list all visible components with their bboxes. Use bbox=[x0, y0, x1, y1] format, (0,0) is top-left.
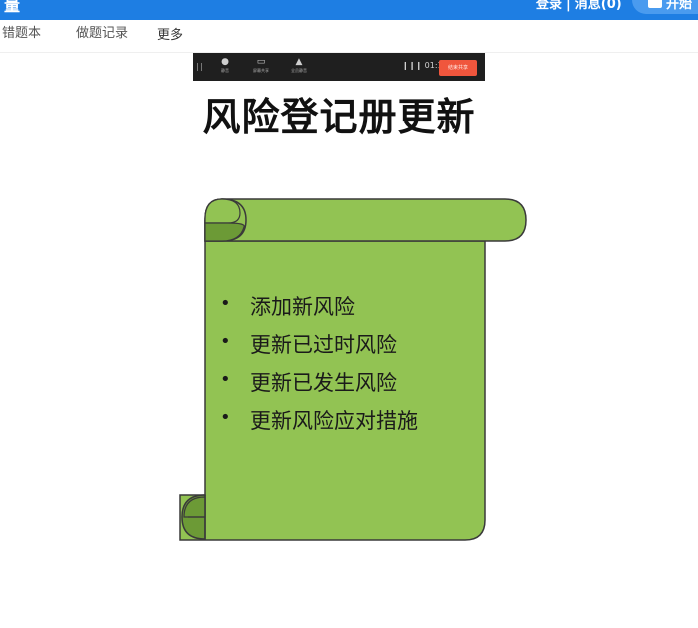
bullet-text: 更新已过时风险 bbox=[250, 333, 397, 357]
screen-share-toolbar: ● 静音 ▭ 屏幕共享 ▲ 全员静音 ❙❙❙ 01:12:44 结束共享 bbox=[193, 53, 485, 81]
site-logo[interactable]: 量 bbox=[4, 0, 20, 16]
user-icon bbox=[648, 0, 662, 8]
messages-link[interactable]: 消息(0) bbox=[575, 0, 622, 12]
mute-all-label: 全员静音 bbox=[291, 68, 307, 73]
bullet-icon: • bbox=[220, 407, 231, 428]
start-button-label: 开始 bbox=[666, 0, 693, 12]
screen-share-button[interactable]: ▭ 屏幕共享 bbox=[247, 57, 275, 75]
mute-label: 静音 bbox=[221, 68, 229, 73]
end-share-button[interactable]: 结束共享 bbox=[439, 60, 477, 76]
header-separator: | bbox=[566, 0, 571, 12]
screen-share-icon: ▭ bbox=[256, 57, 266, 67]
screen-share-label: 屏幕共享 bbox=[253, 68, 269, 73]
top-header-bar: 量 登录 | 消息(0) 开始 bbox=[0, 0, 698, 20]
members-icon: ▲ bbox=[295, 57, 303, 67]
bullet-text: 更新风险应对措施 bbox=[250, 409, 418, 433]
bullet-icon: • bbox=[220, 331, 231, 352]
slide-title: 风险登记册更新 bbox=[202, 95, 476, 139]
scroll-top-curl-inner bbox=[204, 198, 241, 224]
scroll-top-roll bbox=[204, 198, 527, 242]
bullet-icon: • bbox=[220, 369, 231, 390]
signal-icon: ❙❙❙ bbox=[402, 61, 425, 70]
nav-item-practice-records[interactable]: 做题记录 bbox=[76, 22, 128, 41]
secondary-nav: 错题本 做题记录 更多 bbox=[0, 20, 698, 53]
login-link[interactable]: 登录 bbox=[536, 0, 562, 12]
mute-button[interactable]: ● 静音 bbox=[211, 57, 239, 75]
mute-all-button[interactable]: ▲ 全员静音 bbox=[285, 57, 313, 75]
start-button[interactable]: 开始 bbox=[632, 0, 698, 14]
nav-item-more[interactable]: 更多 bbox=[157, 24, 183, 43]
header-links: 登录 | 消息(0) bbox=[536, 0, 622, 12]
nav-item-wrong-questions[interactable]: 错题本 bbox=[2, 22, 41, 41]
mic-icon: ● bbox=[221, 57, 229, 67]
bullet-text: 更新已发生风险 bbox=[250, 371, 397, 395]
drag-handle-icon[interactable] bbox=[197, 63, 202, 71]
bullet-text: 添加新风险 bbox=[250, 295, 355, 319]
bullet-icon: • bbox=[220, 293, 231, 314]
